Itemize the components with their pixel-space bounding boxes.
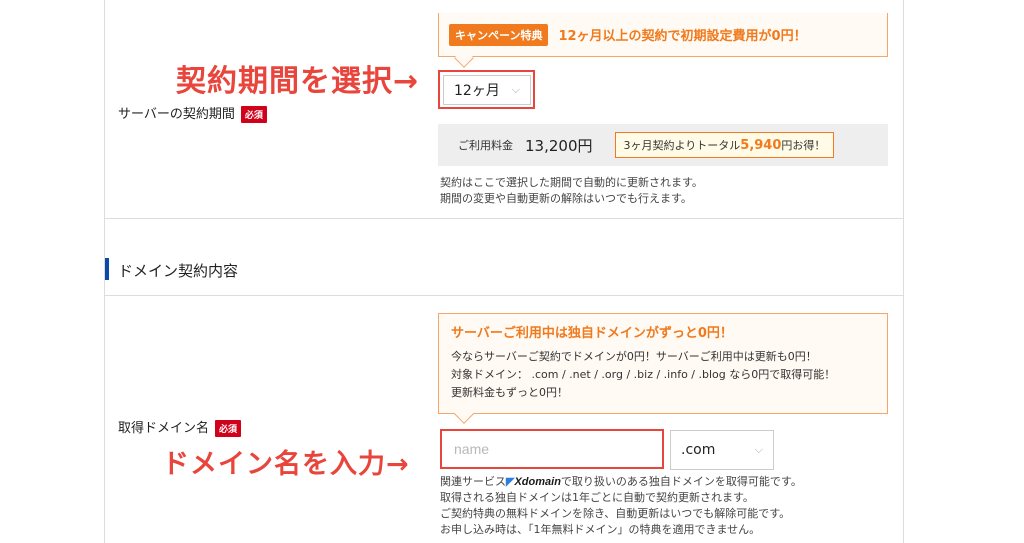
server-period-label: サーバーの契約期間 必須 xyxy=(118,103,267,123)
period-help-line: 期間の変更や自動更新の解除はいつでも行えます。 xyxy=(440,192,692,205)
annotation-enter-domain: ドメイン名を入力→ xyxy=(162,449,410,480)
fee-panel: ご利用料金 13,200円 3ヶ月契約よりトータル5,940円お得！ xyxy=(438,124,888,166)
domain-promo-box: サーバーご利用中は独自ドメインがずっと0円！ 今ならサーバーご契約でドメインが0… xyxy=(438,313,888,424)
fee-value: 13,200円 xyxy=(525,136,593,155)
row-divider-top xyxy=(104,218,904,219)
campaign-text: 12ヶ月以上の契約で初期設定費用が0円！ xyxy=(558,29,807,44)
xdomain-logo[interactable]: ◤Xdomain xyxy=(506,476,561,488)
domain-help-line: ご契約特典の無料ドメインを除き、自動更新はいつでも解除可能です。 xyxy=(440,507,791,520)
domain-name-input[interactable] xyxy=(440,429,664,469)
domain-name-label-text: 取得ドメイン名 xyxy=(118,421,210,436)
annotation-select-period: 契約期間を選択→ xyxy=(176,64,420,99)
service-prefix: 関連サービス xyxy=(440,475,506,488)
period-help-text: 契約はここで選択した期間で自動的に更新されます。 期間の変更や自動更新の解除はい… xyxy=(440,175,703,207)
domain-help-line: 関連サービス◤Xdomainで取り扱いのある独自ドメインを取得可能です。 xyxy=(440,474,802,490)
campaign-tag: キャンペーン特典 xyxy=(449,23,549,46)
chevron-down-icon: ⌵ xyxy=(754,443,763,456)
savings-note: 3ヶ月契約よりトータル5,940円お得！ xyxy=(614,132,835,158)
domain-help-line: 取得される独自ドメインは1年ごとに自動で契約更新されます。 xyxy=(440,491,754,504)
domain-name-label: 取得ドメイン名 必須 xyxy=(118,417,242,437)
domain-help-text: 関連サービス◤Xdomainで取り扱いのある独自ドメインを取得可能です。 取得さ… xyxy=(440,474,802,538)
campaign-banner-tail xyxy=(454,48,474,68)
tld-value: .com xyxy=(681,442,716,458)
required-badge: 必須 xyxy=(215,420,242,437)
period-help-line: 契約はここで選択した期間で自動的に更新されます。 xyxy=(440,176,703,189)
xdomain-logo-text: Xdomain xyxy=(514,476,561,488)
tld-select[interactable]: .com ⌵ xyxy=(670,430,774,470)
content-right-border xyxy=(903,0,904,543)
service-suffix: で取り扱いのある独自ドメインを取得可能です。 xyxy=(560,475,802,488)
domain-promo-line: 今ならサーバーご契約でドメインが0円！サーバーご利用中は更新も0円！ xyxy=(451,350,817,363)
period-select-highlight xyxy=(438,70,535,109)
server-period-label-text: サーバーの契約期間 xyxy=(118,107,235,122)
domain-help-line: お申し込み時は、「1年無料ドメイン」の特典を適用できません。 xyxy=(440,523,761,536)
domain-promo-line: 更新料金もずっと0円！ xyxy=(451,386,568,399)
campaign-banner: キャンペーン特典 12ヶ月以上の契約で初期設定費用が0円！ xyxy=(438,13,888,68)
domain-promo-title: サーバーご利用中は独自ドメインがずっと0円！ xyxy=(451,326,733,341)
domain-section-title: ドメイン契約内容 xyxy=(118,262,239,280)
required-badge: 必須 xyxy=(240,106,267,123)
section-heading-bar xyxy=(105,258,109,280)
section-divider xyxy=(104,295,904,296)
savings-amount: 5,940 xyxy=(740,138,782,153)
savings-note-prefix: 3ヶ月契約よりトータル xyxy=(623,139,741,152)
domain-promo-line: 対象ドメイン： .com / .net / .org / .biz / .inf… xyxy=(451,368,836,381)
fee-label: ご利用料金 xyxy=(458,139,513,152)
savings-note-suffix: 円お得！ xyxy=(781,139,826,152)
domain-promo-tail xyxy=(454,404,474,424)
